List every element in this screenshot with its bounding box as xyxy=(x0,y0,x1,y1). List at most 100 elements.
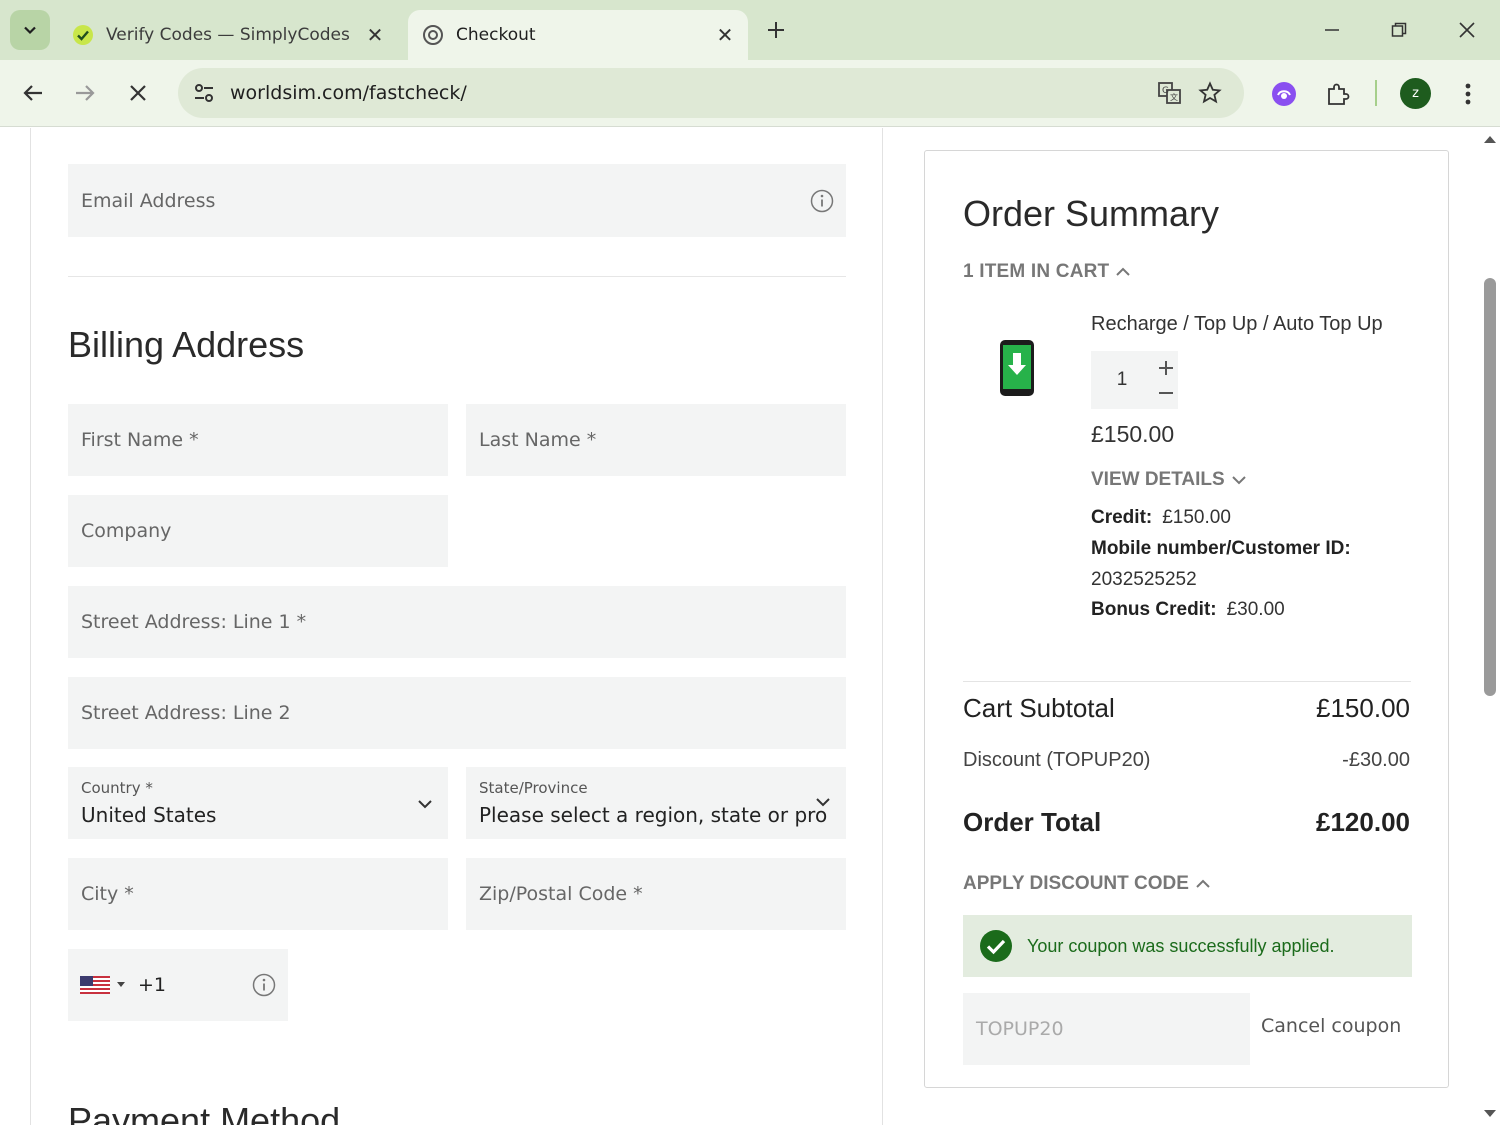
chevron-down-icon xyxy=(816,798,830,807)
first-name-field[interactable]: First Name * xyxy=(68,404,448,476)
chevron-down-icon xyxy=(1232,476,1246,485)
back-button[interactable] xyxy=(14,74,52,112)
section-divider xyxy=(68,276,846,277)
forward-button[interactable] xyxy=(66,74,104,112)
column-divider xyxy=(882,128,883,1125)
tab-search-button[interactable] xyxy=(10,10,50,50)
browser-toolbar: worldsim.com/fastcheck/ G 文 xyxy=(0,60,1500,127)
minimize-button[interactable] xyxy=(1316,14,1348,46)
arrow-right-icon xyxy=(76,85,95,101)
city-field[interactable]: City * xyxy=(68,858,448,930)
state-province-select[interactable]: State/Province Please select a region, s… xyxy=(466,767,846,839)
checkout-page: Email Address Billing Address First Name… xyxy=(0,128,1480,1125)
zip-placeholder: Zip/Postal Code * xyxy=(479,883,643,905)
page-scrollbar[interactable] xyxy=(1480,128,1500,1125)
cancel-coupon-button[interactable]: Cancel coupon xyxy=(1261,1015,1401,1037)
mobile-number-value: 2032525252 xyxy=(1091,569,1197,590)
plus-icon xyxy=(768,22,784,38)
order-summary-title: Order Summary xyxy=(963,193,1220,234)
address-bar[interactable]: worldsim.com/fastcheck/ G 文 xyxy=(178,68,1244,118)
mobile-label: Mobile number/Customer ID: xyxy=(1091,538,1351,559)
country-label: Country * xyxy=(81,779,153,797)
order-total-value: £120.00 xyxy=(1316,807,1410,837)
last-name-field[interactable]: Last Name * xyxy=(466,404,846,476)
bookmark-button[interactable] xyxy=(1190,73,1230,113)
cart-subtotal-value: £150.00 xyxy=(1316,693,1410,723)
company-field[interactable]: Company xyxy=(68,495,448,567)
email-field[interactable]: Email Address xyxy=(68,164,846,237)
restore-icon xyxy=(1391,22,1407,37)
minus-icon xyxy=(1158,391,1173,394)
info-icon[interactable] xyxy=(252,973,276,997)
success-message-text: Your coupon was successfully applied. xyxy=(1027,935,1335,956)
puzzle-icon xyxy=(1328,83,1350,105)
left-column-border xyxy=(30,128,31,1125)
tab-title: Verify Codes — SimplyCodes xyxy=(106,25,350,45)
extensions-menu-button[interactable] xyxy=(1318,74,1358,114)
translate-icon: G 文 xyxy=(1158,82,1181,104)
phone-country-code: +1 xyxy=(138,974,167,996)
site-info-button[interactable] xyxy=(182,71,226,115)
state-label: State/Province xyxy=(479,779,588,797)
chevron-down-icon xyxy=(24,26,36,35)
order-summary-panel: Order Summary 1 ITEM IN CART Recharge / … xyxy=(924,150,1449,1088)
items-in-cart-label: 1 ITEM IN CART xyxy=(963,261,1110,282)
chevron-up-icon xyxy=(1196,879,1210,888)
discount-code-input[interactable]: TOPUP20 xyxy=(963,993,1250,1065)
bonus-value: £30.00 xyxy=(1226,599,1285,620)
us-flag-icon[interactable] xyxy=(80,976,110,994)
url-text[interactable]: worldsim.com/fastcheck/ xyxy=(230,82,1150,104)
state-value: Please select a region, state or pro xyxy=(479,803,828,827)
restore-button[interactable] xyxy=(1383,14,1415,46)
mobile-topup-product-image xyxy=(1000,340,1034,396)
credit-label: Credit: xyxy=(1091,507,1153,528)
billing-address-title: Billing Address xyxy=(68,324,305,365)
view-details-label: VIEW DETAILS xyxy=(1091,469,1225,490)
stop-loading-button[interactable] xyxy=(119,74,157,112)
close-icon xyxy=(1459,22,1475,38)
svg-text:文: 文 xyxy=(1170,92,1178,102)
apply-discount-code-toggle[interactable]: APPLY DISCOUNT CODE xyxy=(963,873,1211,895)
email-placeholder: Email Address xyxy=(81,189,216,212)
city-placeholder: City * xyxy=(81,883,134,905)
items-in-cart-toggle[interactable]: 1 ITEM IN CART xyxy=(963,261,1131,283)
close-icon xyxy=(130,85,146,101)
view-details-toggle[interactable]: VIEW DETAILS xyxy=(1091,469,1247,491)
svg-text:G: G xyxy=(1162,86,1169,96)
phone-field[interactable]: +1 xyxy=(68,949,288,1021)
decrease-quantity-button[interactable] xyxy=(1153,378,1178,407)
company-placeholder: Company xyxy=(81,520,172,542)
country-select[interactable]: Country * United States xyxy=(68,767,448,839)
info-icon[interactable] xyxy=(810,189,834,213)
product-price: £150.00 xyxy=(1091,421,1175,447)
tab-strip: Verify Codes — SimplyCodes ✕ Checkout ✕ xyxy=(0,0,1500,60)
bonus-label: Bonus Credit: xyxy=(1091,599,1217,620)
tab-title: Checkout xyxy=(456,25,536,45)
cart-subtotal-label: Cart Subtotal xyxy=(963,693,1115,723)
minimize-icon xyxy=(1325,29,1339,31)
quantity-stepper: 1 xyxy=(1091,351,1178,409)
last-name-placeholder: Last Name * xyxy=(479,429,597,451)
close-tab-icon[interactable]: ✕ xyxy=(362,22,388,48)
tab-checkout[interactable]: Checkout ✕ xyxy=(408,10,748,60)
scrollbar-thumb[interactable] xyxy=(1484,278,1496,696)
profile-avatar[interactable]: z xyxy=(1400,78,1431,109)
quantity-input[interactable]: 1 xyxy=(1091,351,1153,409)
extension-simplycodes-button[interactable] xyxy=(1264,74,1304,114)
scroll-up-arrow-icon[interactable] xyxy=(1483,134,1497,144)
discount-value: -£30.00 xyxy=(1342,749,1410,771)
zip-postal-code-field[interactable]: Zip/Postal Code * xyxy=(466,858,846,930)
new-tab-button[interactable] xyxy=(762,16,790,44)
close-window-button[interactable] xyxy=(1451,14,1483,46)
street-address-line2-field[interactable]: Street Address: Line 2 xyxy=(68,677,846,749)
scroll-down-arrow-icon[interactable] xyxy=(1483,1109,1497,1119)
close-tab-icon[interactable]: ✕ xyxy=(712,22,738,48)
translate-button[interactable]: G 文 xyxy=(1150,73,1190,113)
caret-down-icon[interactable] xyxy=(116,981,126,989)
credit-value: £150.00 xyxy=(1162,507,1231,528)
street-address-line1-field[interactable]: Street Address: Line 1 * xyxy=(68,586,846,658)
tab-verify-codes[interactable]: Verify Codes — SimplyCodes ✕ xyxy=(58,10,398,60)
browser-menu-button[interactable] xyxy=(1448,74,1488,114)
simplycodes-favicon-icon xyxy=(73,25,93,45)
more-vertical-icon xyxy=(1465,83,1471,105)
